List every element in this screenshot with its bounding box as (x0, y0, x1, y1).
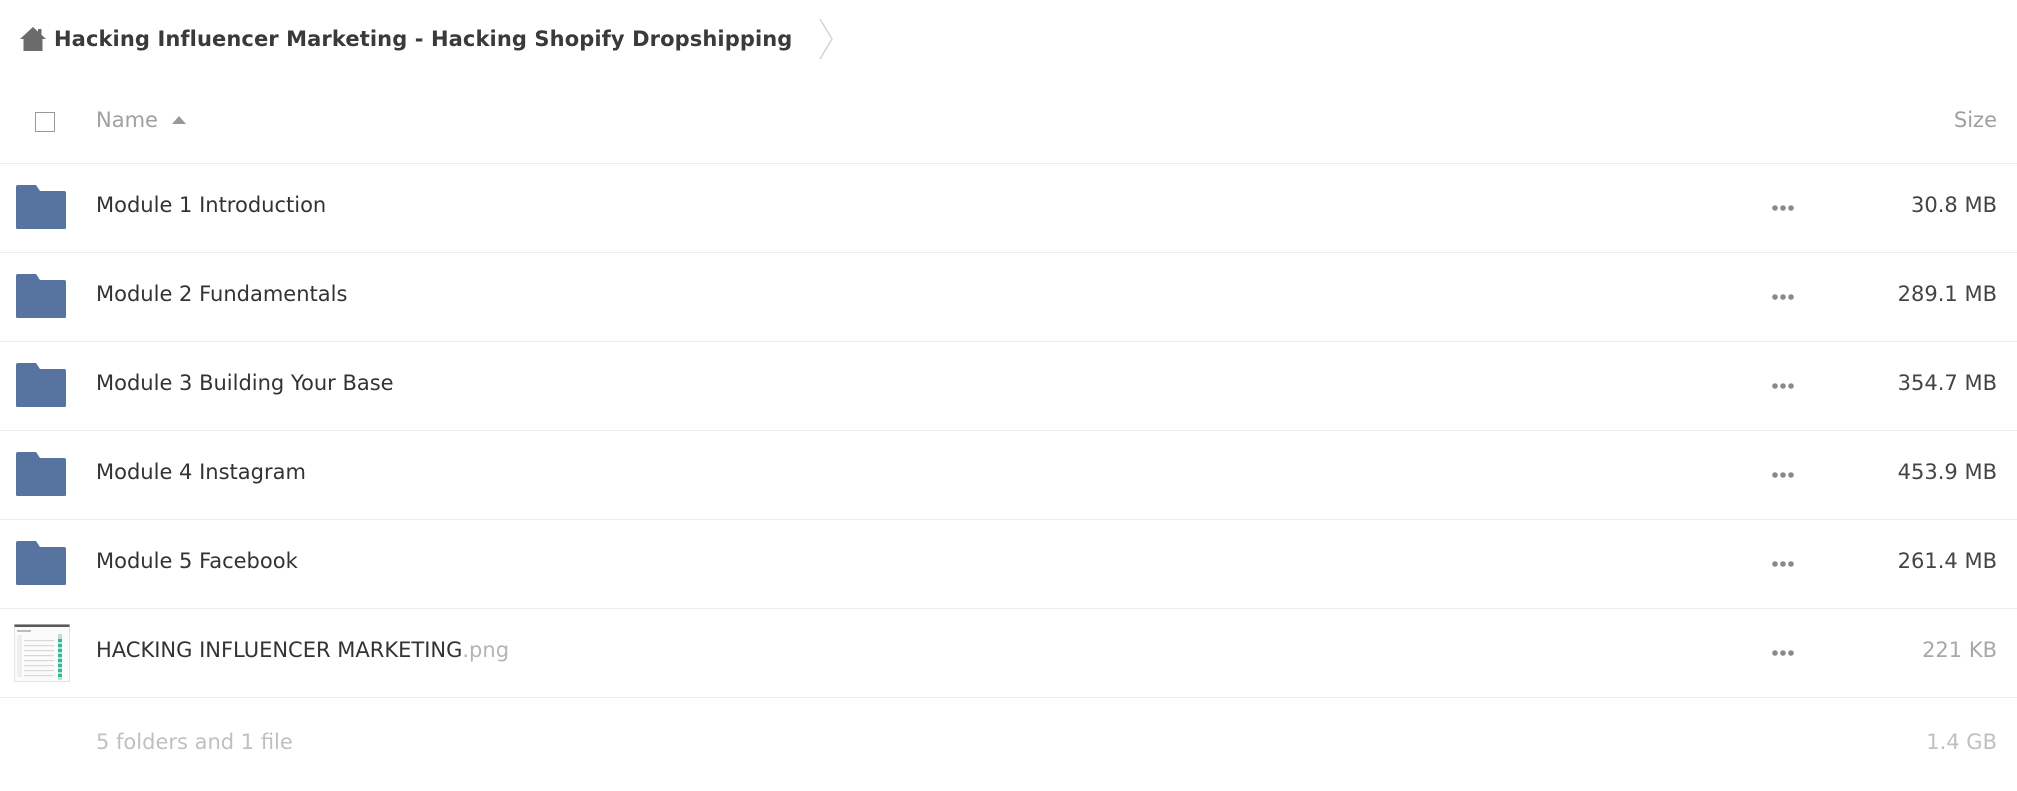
folder-icon (16, 274, 66, 318)
file-row[interactable]: Module 1 Introduction 30.8 MB (0, 164, 2017, 253)
file-base-name: Module 4 Instagram (96, 460, 306, 484)
image-thumbnail-icon (14, 624, 70, 682)
more-options-icon[interactable] (1768, 639, 1798, 667)
file-size: 261.4 MB (1897, 549, 1997, 573)
file-list: Module 1 Introduction 30.8 MB Module 2 Fun… (0, 164, 2017, 698)
file-extension: .png (462, 638, 510, 662)
list-header: Name Size (0, 88, 2017, 164)
more-options-icon[interactable] (1768, 194, 1798, 222)
breadcrumb: Hacking Influencer Marketing - Hacking S… (18, 18, 834, 60)
file-row[interactable]: Module 3 Building Your Base 354.7 MB (0, 342, 2017, 431)
breadcrumb-chevron-icon (818, 18, 834, 60)
file-size: 30.8 MB (1911, 193, 1997, 217)
sort-ascending-icon (171, 116, 186, 124)
file-browser: Hacking Influencer Marketing - Hacking S… (0, 0, 2017, 791)
file-size: 354.7 MB (1897, 371, 1997, 395)
file-row[interactable]: Module 2 Fundamentals 289.1 MB (0, 253, 2017, 342)
list-summary: 5 folders and 1 file 1.4 GB (0, 728, 2017, 768)
folder-icon (16, 185, 66, 229)
file-base-name: Module 2 Fundamentals (96, 282, 348, 306)
summary-count: 5 folders and 1 file (96, 730, 293, 754)
folder-icon (16, 541, 66, 585)
select-all-checkbox[interactable] (35, 112, 55, 132)
more-options-icon[interactable] (1768, 550, 1798, 578)
folder-name[interactable]: Module 3 Building Your Base (96, 371, 394, 395)
more-options-icon[interactable] (1768, 283, 1798, 311)
more-options-icon[interactable] (1768, 372, 1798, 400)
file-base-name: HACKING INFLUENCER MARKETING (96, 638, 463, 662)
folder-name[interactable]: Module 4 Instagram (96, 460, 306, 484)
file-row[interactable]: Module 5 Facebook 261.4 MB (0, 520, 2017, 609)
name-column-header[interactable]: Name (96, 108, 186, 132)
more-options-icon[interactable] (1768, 461, 1798, 489)
folder-icon (16, 363, 66, 407)
file-row[interactable]: HACKING INFLUENCER MARKETING.png 221 KB (0, 609, 2017, 698)
name-column-label: Name (96, 108, 158, 132)
breadcrumb-current[interactable]: Hacking Influencer Marketing - Hacking S… (54, 27, 792, 51)
summary-total-size: 1.4 GB (1926, 730, 1997, 754)
folder-name[interactable]: Module 1 Introduction (96, 193, 326, 217)
file-base-name: Module 3 Building Your Base (96, 371, 394, 395)
file-base-name: Module 5 Facebook (96, 549, 298, 573)
file-size: 289.1 MB (1897, 282, 1997, 306)
folder-name[interactable]: Module 5 Facebook (96, 549, 298, 573)
file-size: 221 KB (1922, 638, 1997, 662)
file-name[interactable]: HACKING INFLUENCER MARKETING.png (96, 638, 509, 662)
folder-icon (16, 452, 66, 496)
size-column-header[interactable]: Size (1954, 108, 1997, 132)
file-size: 453.9 MB (1897, 460, 1997, 484)
folder-name[interactable]: Module 2 Fundamentals (96, 282, 347, 306)
file-base-name: Module 1 Introduction (96, 193, 327, 217)
home-icon[interactable] (18, 24, 48, 54)
file-row[interactable]: Module 4 Instagram 453.9 MB (0, 431, 2017, 520)
